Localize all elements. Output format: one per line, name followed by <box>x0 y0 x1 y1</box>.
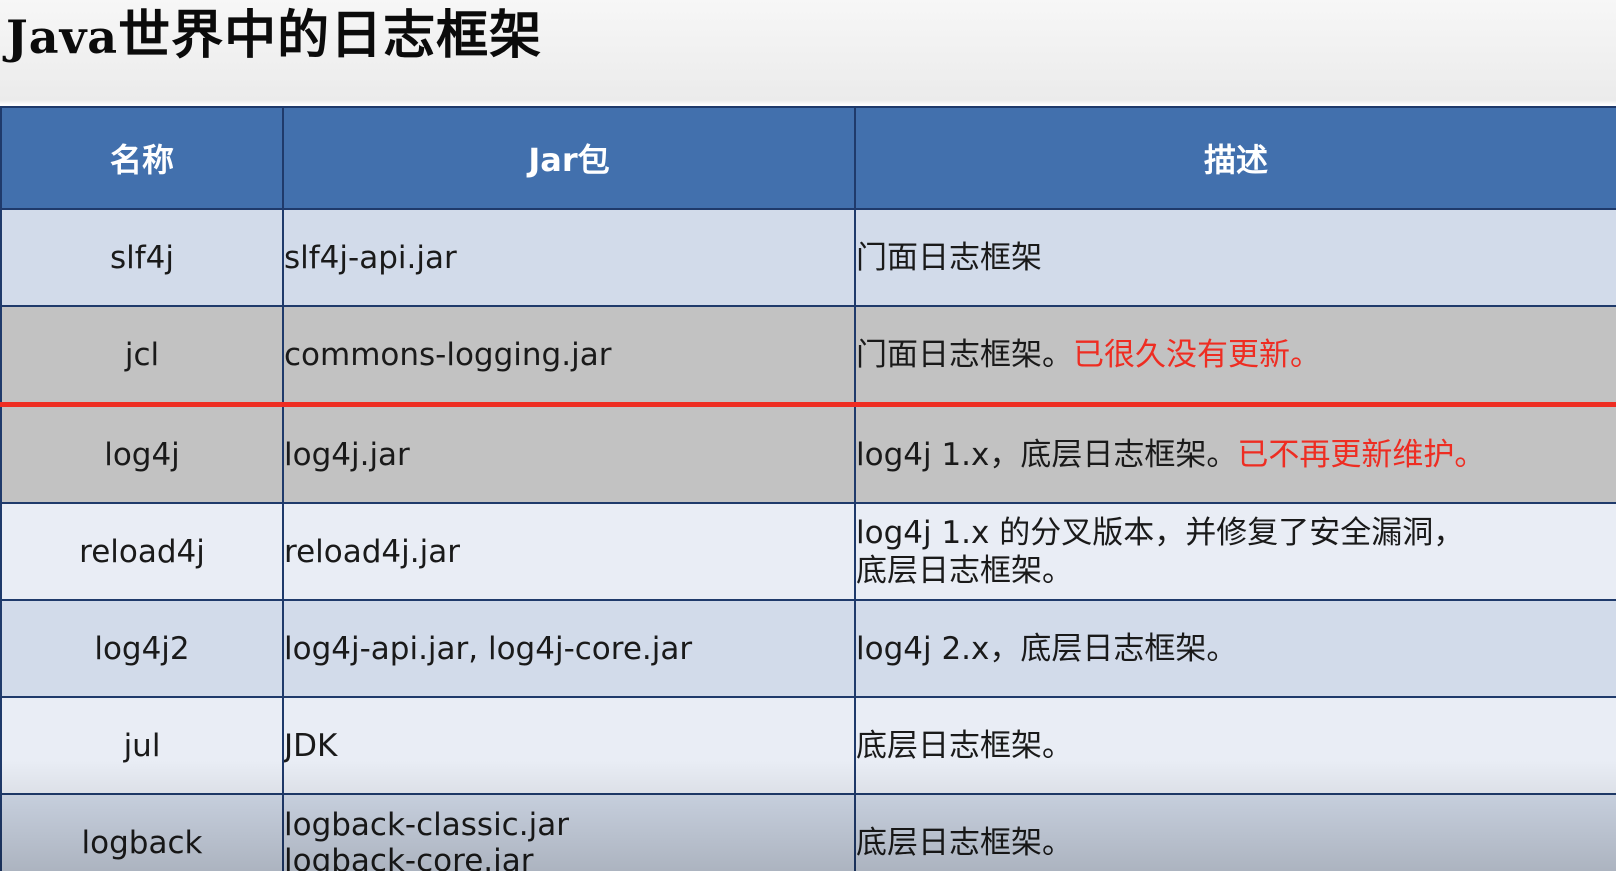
row-name: jul <box>0 696 284 795</box>
row-desc: log4j 2.x，底层日志框架。 <box>854 599 1616 698</box>
desc-highlight: 已很久没有更新。 <box>1073 336 1321 373</box>
desc-line-1: log4j 1.x 的分叉版本，并修复了安全漏洞， <box>856 514 1465 551</box>
row-desc: log4j 1.x，底层日志框架。已不再更新维护。 <box>854 403 1616 504</box>
framework-table: 名称 Jar包 描述 slf4j slf4j-api.jar 门面日志框架 jc… <box>0 106 1616 871</box>
title-latin: Java <box>6 10 119 64</box>
slide: Java世界中的日志框架 名称 Jar包 描述 slf4j slf4j-api.… <box>0 0 1616 871</box>
table-row: reload4j reload4j.jar log4j 1.x 的分叉版本，并修… <box>0 502 1616 601</box>
row-desc: log4j 1.x 的分叉版本，并修复了安全漏洞， 底层日志框架。 <box>854 502 1616 601</box>
row-jar: logback-classic.jar logback-core.jar <box>282 793 856 871</box>
header-desc: 描述 <box>854 106 1616 210</box>
desc-highlight: 已不再更新维护。 <box>1237 436 1486 473</box>
row-desc: 门面日志框架。已很久没有更新。 <box>854 305 1616 407</box>
jar-line-2: logback-core.jar <box>284 842 534 871</box>
page-title: Java世界中的日志框架 <box>6 0 542 72</box>
row-jar: log4j.jar <box>282 403 856 504</box>
row-desc: 底层日志框架。 <box>854 793 1616 871</box>
row-desc: 门面日志框架 <box>854 208 1616 307</box>
table-row: slf4j slf4j-api.jar 门面日志框架 <box>0 208 1616 307</box>
row-desc: 底层日志框架。 <box>854 696 1616 795</box>
row-jar: slf4j-api.jar <box>282 208 856 307</box>
table-row: log4j log4j.jar log4j 1.x，底层日志框架。已不再更新维护… <box>0 403 1616 504</box>
row-name: slf4j <box>0 208 284 307</box>
row-jar: reload4j.jar <box>282 502 856 601</box>
row-name: jcl <box>0 305 284 407</box>
table-row: jul JDK 底层日志框架。 <box>0 696 1616 795</box>
row-name: log4j <box>0 403 284 504</box>
table-row: logback logback-classic.jar logback-core.… <box>0 793 1616 871</box>
table-row: log4j2 log4j-api.jar, log4j-core.jar log… <box>0 599 1616 698</box>
table-header: 名称 Jar包 描述 <box>0 106 1616 210</box>
row-name: log4j2 <box>0 599 284 698</box>
desc-text: log4j 1.x，底层日志框架。 <box>856 436 1238 473</box>
header-name: 名称 <box>0 106 284 210</box>
desc-text: 门面日志框架。 <box>856 336 1073 373</box>
desc-line-2: 底层日志框架。 <box>856 552 1073 589</box>
jar-line-1: logback-classic.jar <box>284 806 569 843</box>
row-name: logback <box>0 793 284 871</box>
title-cjk: 世界中的日志框架 <box>118 6 543 66</box>
row-jar: JDK <box>282 696 856 795</box>
header-jar: Jar包 <box>282 106 856 210</box>
row-jar: log4j-api.jar, log4j-core.jar <box>282 599 856 698</box>
desc-text: 门面日志框架 <box>856 239 1042 276</box>
row-name: reload4j <box>0 502 284 601</box>
row-jar: commons-logging.jar <box>282 305 856 407</box>
table-row: jcl commons-logging.jar 门面日志框架。已很久没有更新。 <box>0 305 1616 407</box>
